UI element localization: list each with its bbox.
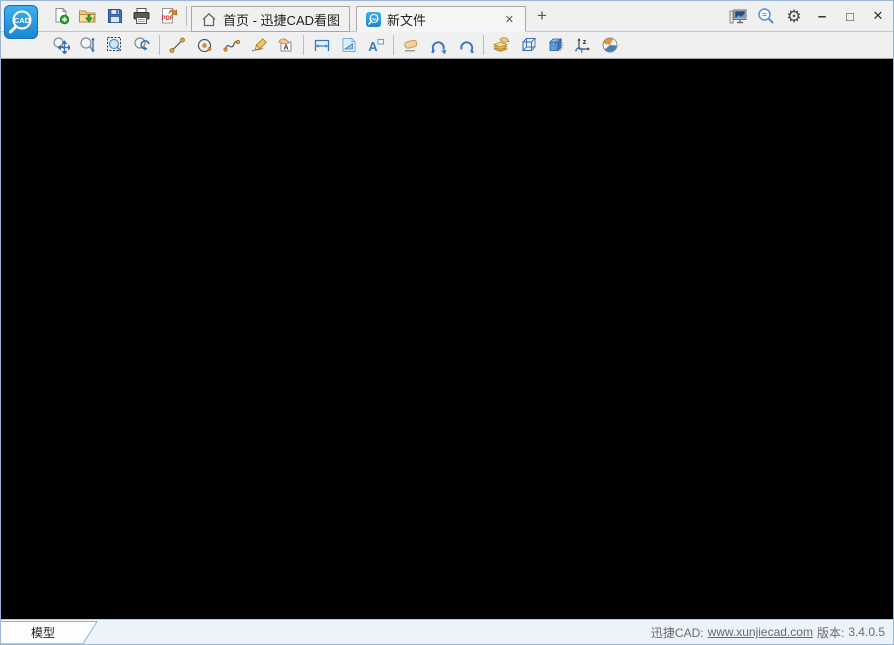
wireframe-view-button[interactable] [515, 32, 542, 58]
open-folder-icon [78, 7, 97, 25]
app-window: CAD [0, 0, 894, 645]
titlebar-right-controls: = ⚙ – □ ✕ [725, 4, 893, 28]
print-icon [132, 7, 151, 25]
zoom-dynamic-button[interactable] [74, 32, 101, 58]
home-icon [201, 12, 217, 27]
status-right: 迅捷CAD: www.xunjiecad.com 版本: 3.4.0.5 [651, 624, 893, 641]
app-logo-magnifier-icon: CAD [6, 7, 36, 37]
toolbar-separator [393, 35, 394, 55]
save-icon [106, 7, 124, 25]
eraser-button[interactable] [398, 32, 425, 58]
tab-cad-logo-icon: CAD [366, 12, 381, 27]
website-link[interactable]: www.xunjiecad.com [708, 625, 813, 639]
stamp-a-icon: A [277, 36, 295, 54]
screen-capture-button[interactable] [725, 4, 751, 28]
shaded-view-button[interactable] [542, 32, 569, 58]
settings-button[interactable]: ⚙ [781, 4, 807, 28]
layers-button[interactable] [488, 32, 515, 58]
svg-text:A: A [368, 39, 378, 54]
svg-text:=: = [762, 10, 767, 19]
print-button[interactable] [128, 3, 155, 29]
text-annotation-button[interactable]: A [362, 32, 389, 58]
close-button[interactable]: ✕ [865, 4, 891, 28]
measure-length-button[interactable] [308, 32, 335, 58]
model-tab-label: 模型 [31, 626, 55, 640]
undo-button[interactable] [425, 32, 452, 58]
minimize-button[interactable]: – [809, 4, 835, 28]
tab-home-label: 首页 - 迅捷CAD看图 [223, 10, 340, 29]
toolbar-separator [303, 35, 304, 55]
stamp-text-button[interactable]: A [272, 32, 299, 58]
toolbar-separator [159, 35, 160, 55]
measure-area-icon [340, 36, 358, 54]
gear-icon: ⚙ [786, 8, 801, 25]
titlebar: CAD [1, 1, 893, 32]
pan-magnifier-icon [52, 36, 70, 54]
model-tab[interactable]: 模型 [1, 621, 101, 644]
save-button[interactable] [101, 3, 128, 29]
tab-home[interactable]: 首页 - 迅捷CAD看图 [191, 6, 350, 32]
statusbar: 模型 迅捷CAD: www.xunjiecad.com 版本: 3.4.0.5 [1, 619, 893, 644]
new-tab-button[interactable]: + [533, 6, 551, 26]
spline-icon [223, 37, 241, 54]
circle-icon [196, 37, 213, 54]
zoom-previous-icon [133, 36, 151, 54]
zoom-previous-button[interactable] [128, 32, 155, 58]
brand-label: 迅捷CAD: [651, 624, 704, 641]
open-file-button[interactable] [74, 3, 101, 29]
zoom-window-icon [106, 36, 124, 54]
render-mode-button[interactable] [596, 32, 623, 58]
zoom-settings-button[interactable]: = [753, 4, 779, 28]
drawing-canvas[interactable] [1, 59, 893, 619]
tab-new-file-label: 新文件 [387, 10, 426, 29]
undo-icon [430, 37, 448, 54]
monitor-icon [728, 8, 748, 25]
version-value: 3.4.0.5 [848, 625, 885, 639]
svg-text:z: z [582, 39, 586, 46]
new-file-button[interactable] [47, 3, 74, 29]
export-pdf-button[interactable]: PDF [155, 3, 182, 29]
layers-icon [492, 36, 511, 54]
shaded-cube-icon [547, 36, 565, 54]
svg-text:CAD: CAD [14, 16, 31, 25]
axis-rotate-button[interactable]: z [569, 32, 596, 58]
svg-text:PDF: PDF [161, 16, 173, 22]
toolbar: A A [1, 32, 893, 59]
maximize-icon: □ [846, 9, 854, 24]
pan-button[interactable] [47, 32, 74, 58]
zoom-window-button[interactable] [101, 32, 128, 58]
tab-close-button[interactable]: ✕ [503, 13, 516, 26]
pencil-icon [250, 37, 268, 54]
version-label: 版本: [817, 624, 844, 641]
titlebar-separator [186, 6, 187, 26]
redo-button[interactable] [452, 32, 479, 58]
redo-icon [457, 37, 475, 54]
axes-z-icon: z [574, 36, 592, 54]
svg-text:CAD: CAD [370, 17, 378, 21]
line-icon [169, 37, 186, 54]
measure-length-icon [313, 37, 331, 54]
new-file-icon [52, 7, 70, 25]
zoom-updown-icon [79, 36, 97, 54]
wireframe-cube-icon [520, 36, 538, 54]
toolbar-separator [483, 35, 484, 55]
magnifier-equals-icon: = [757, 7, 775, 25]
maximize-button[interactable]: □ [837, 4, 863, 28]
draw-freehand-button[interactable] [245, 32, 272, 58]
tab-new-file[interactable]: CAD 新文件 ✕ [356, 6, 526, 32]
draw-spline-button[interactable] [218, 32, 245, 58]
draw-circle-button[interactable] [191, 32, 218, 58]
minimize-icon: – [818, 8, 826, 25]
text-annotation-icon: A [367, 37, 385, 54]
eraser-icon [402, 37, 421, 54]
measure-area-button[interactable] [335, 32, 362, 58]
draw-line-button[interactable] [164, 32, 191, 58]
render-sphere-icon [601, 36, 619, 54]
close-icon: ✕ [873, 8, 884, 24]
export-pdf-icon: PDF [160, 7, 178, 25]
tab-new-file-left: CAD 新文件 [366, 10, 426, 29]
app-logo[interactable]: CAD [4, 5, 38, 39]
svg-text:A: A [283, 45, 288, 52]
